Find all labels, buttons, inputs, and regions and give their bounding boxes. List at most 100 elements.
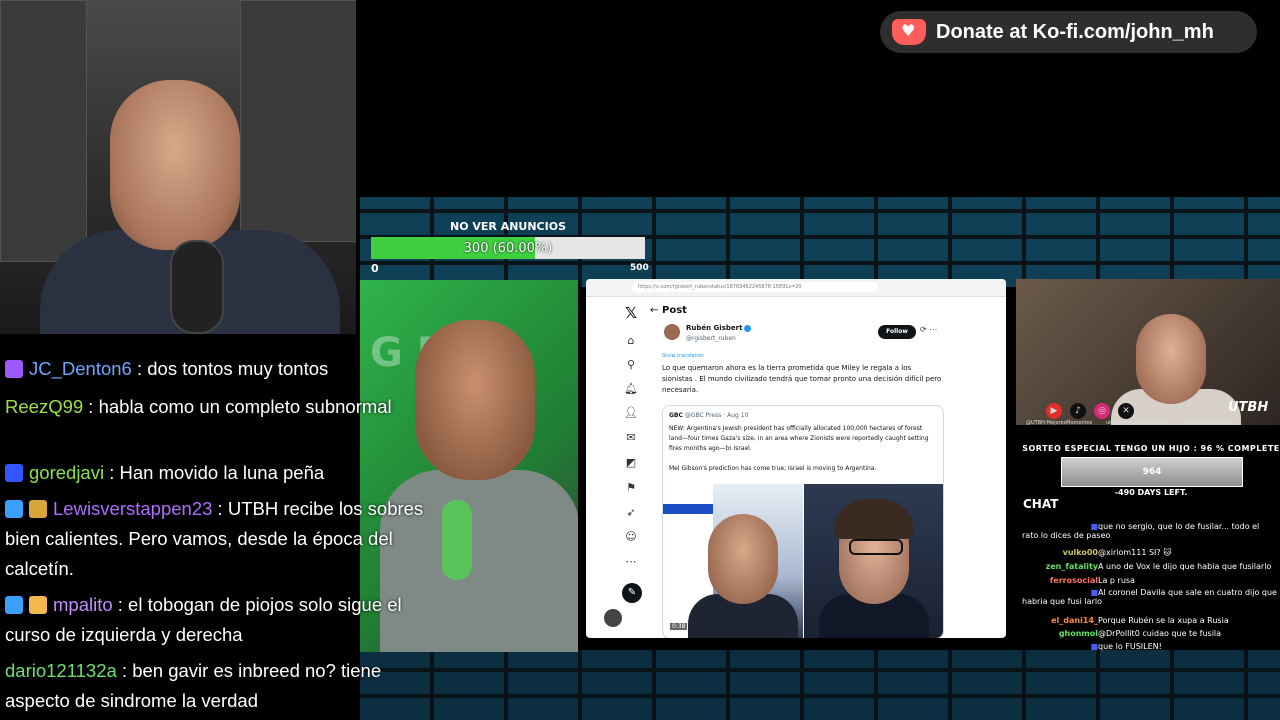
chat-username[interactable]: dario121132a bbox=[5, 660, 117, 681]
account-avatar[interactable] bbox=[604, 609, 622, 627]
mini-chat-text: @xiriom111 SI? 🐱 bbox=[1098, 548, 1172, 557]
chat-message: mpalito : el tobogan de piojos solo sigu… bbox=[5, 590, 425, 650]
mini-chat-message: vulko00 @xiriom111 SI? 🐱 bbox=[1022, 548, 1278, 557]
bookmark-icon[interactable]: ⚑ bbox=[624, 481, 638, 495]
x-logo-icon[interactable]: 𝕏 bbox=[625, 304, 637, 322]
utbh-logo: UTBH bbox=[1228, 400, 1269, 415]
image-person-glasses bbox=[849, 539, 903, 555]
verified-icon bbox=[744, 324, 752, 332]
quote-text-2: Mel Gibson's prediction has come true; I… bbox=[669, 465, 877, 472]
chat-message: goredjavi : Han movido la luna peña bbox=[5, 458, 425, 488]
quote-image-left[interactable] bbox=[663, 484, 803, 638]
url-text[interactable]: https://x.com/rgisbert_rubenstatus/18783… bbox=[632, 282, 878, 292]
chat-message: JC_Denton6 : dos tontos muy tontos bbox=[5, 354, 425, 384]
mini-chat-message: ferrosocial La p rusa bbox=[1022, 576, 1278, 585]
author-avatar[interactable] bbox=[664, 324, 680, 340]
show-translation-link[interactable]: Show translation bbox=[662, 353, 704, 359]
x-icon: ✕ bbox=[1118, 403, 1134, 419]
microphone bbox=[170, 240, 224, 334]
mini-chat-username[interactable]: ghonmol bbox=[1022, 629, 1098, 638]
grok-icon[interactable]: ◩ bbox=[624, 456, 638, 470]
mini-chat-username[interactable]: ■ bbox=[1022, 522, 1098, 531]
mini-chat-username[interactable]: ferrosocial bbox=[1022, 576, 1098, 585]
donate-text: Donate at Ko-fi.com/john_mh bbox=[936, 20, 1214, 43]
raffle-value: 964 bbox=[1142, 467, 1162, 477]
guest-microphone bbox=[442, 500, 472, 580]
quote-text: NEW: Argentina's Jewish president has of… bbox=[669, 425, 929, 452]
author-handle[interactable]: @rgisbert_ruben bbox=[686, 335, 736, 342]
search-icon[interactable]: ⚲ bbox=[624, 358, 638, 372]
cube-badge-icon bbox=[5, 596, 23, 614]
chat-username[interactable]: Lewisverstappen23 bbox=[53, 498, 212, 519]
youtube-icon: ▶ bbox=[1046, 403, 1062, 419]
mini-chat-username[interactable]: el_dani14_ bbox=[1022, 616, 1098, 625]
quote-author: GBC bbox=[669, 412, 683, 419]
chat-username[interactable]: mpalito bbox=[53, 594, 113, 615]
address-bar[interactable]: https://x.com/rgisbert_rubenstatus/18783… bbox=[586, 279, 1006, 297]
cube-badge-icon bbox=[5, 500, 23, 518]
chat-message: Lewisverstappen23 : UTBH recibe los sobr… bbox=[5, 494, 425, 584]
back-arrow-icon[interactable]: ← bbox=[650, 305, 658, 316]
cohost-head bbox=[1136, 314, 1206, 404]
chat-message: dario121132a : ben gavir es inbreed no? … bbox=[5, 656, 425, 716]
raffle-days-left: -490 DAYS LEFT. bbox=[1114, 488, 1188, 497]
home-icon[interactable]: ⌂ bbox=[624, 334, 638, 348]
chat-text: : habla como un completo subnormal bbox=[83, 396, 392, 417]
chat-username[interactable]: JC_Denton6 bbox=[29, 358, 132, 379]
compose-button[interactable]: ✎ bbox=[622, 583, 642, 603]
mini-chat-username[interactable]: zen_fatality bbox=[1022, 562, 1098, 571]
mini-chat-text: que lo FUSILEN! bbox=[1098, 642, 1162, 651]
mini-chat-message: zen_fatality A uno de Vox le dijo que ha… bbox=[1022, 562, 1278, 571]
raffle-title: SORTEO ESPECIAL TENGO UN HIJO : 96 % COM… bbox=[1022, 444, 1280, 453]
kofi-cup-icon bbox=[892, 19, 926, 45]
social-handle: utbhmejoresmomentos bbox=[1106, 420, 1165, 426]
chat-username[interactable]: goredjavi bbox=[29, 462, 104, 483]
person-add-icon[interactable]: 👤︎ bbox=[624, 406, 638, 420]
mini-chat-username[interactable]: ■ bbox=[1022, 588, 1098, 597]
quote-header: GBC @GBC Press · Aug 10 bbox=[669, 412, 748, 419]
progress-title: NO VER ANUNCIOS bbox=[449, 220, 566, 233]
mini-chat-username[interactable]: ■ bbox=[1022, 642, 1098, 651]
warning-badge-icon bbox=[29, 596, 47, 614]
mini-chat-title: CHAT bbox=[1023, 497, 1059, 511]
star-badge-icon bbox=[5, 360, 23, 378]
chat-username[interactable]: ReezQ99 bbox=[5, 396, 83, 417]
bell-icon[interactable]: 🔔︎ bbox=[624, 382, 638, 396]
mini-chat-message: ghonmol @DrPollit0 cuidao que te fusila bbox=[1022, 629, 1278, 638]
quoted-tweet[interactable]: GBC @GBC Press · Aug 10 NEW: Argentina's… bbox=[662, 405, 944, 638]
mini-chat-message: ■ que no sergio, que lo de fusilar... to… bbox=[1022, 522, 1278, 540]
chat-overlay: JC_Denton6 : dos tontos muy tontos ReezQ9… bbox=[0, 352, 430, 720]
social-handle: @UTBH-MejoresMomentos bbox=[1026, 420, 1093, 426]
message-icon[interactable]: ✉ bbox=[624, 431, 638, 445]
mini-chat-text: A uno de Vox le dijo que habia que fusil… bbox=[1098, 562, 1272, 571]
author-name-text[interactable]: Rubén Gisbert bbox=[686, 324, 742, 332]
social-handle: @UTBHmomentos bbox=[1186, 420, 1232, 426]
tweet-text: Lo que quemaron ahora es la tierra prome… bbox=[662, 364, 942, 394]
brick-background-bottom bbox=[360, 650, 1280, 720]
follow-button[interactable]: Follow bbox=[878, 325, 916, 339]
mini-chat-message: ■ Al coronel Davila que sale en cuatro d… bbox=[1022, 588, 1278, 606]
mini-chat-text: La p rusa bbox=[1098, 576, 1135, 585]
mini-chat-message: el_dani14_ Porque Rubén se la xupa a Rus… bbox=[1022, 616, 1278, 625]
quote-handle: @GBC Press · Aug 10 bbox=[684, 412, 749, 419]
mini-chat-text: @DrPollit0 cuidao que te fusila bbox=[1098, 629, 1222, 638]
progress-label: 300 (60.00%) bbox=[463, 240, 553, 256]
author-name[interactable]: Rubén Gisbert bbox=[686, 324, 752, 332]
mini-chat-text: Porque Rubén se la xupa a Rusia bbox=[1098, 616, 1229, 625]
profile-icon[interactable]: ☺ bbox=[624, 530, 638, 544]
chest-badge-icon bbox=[29, 500, 47, 518]
mini-chat-username[interactable]: vulko00 bbox=[1022, 548, 1098, 557]
chat-text: : dos tontos muy tontos bbox=[131, 358, 329, 379]
post-more-icon[interactable]: ⟳ ⋯ bbox=[920, 325, 937, 334]
rocket-icon[interactable]: ➶ bbox=[624, 506, 638, 520]
donate-banner[interactable]: Donate at Ko-fi.com/john_mh bbox=[880, 11, 1257, 53]
post-header: Post bbox=[662, 305, 687, 316]
streamer-webcam bbox=[0, 0, 356, 334]
bookshelf-left bbox=[0, 0, 87, 262]
more-icon[interactable]: ⋯ bbox=[624, 555, 638, 569]
quote-image-right[interactable] bbox=[804, 484, 943, 638]
mini-chat: ■ que no sergio, que lo de fusilar... to… bbox=[1016, 520, 1280, 652]
tiktok-icon: ♪ bbox=[1070, 403, 1086, 419]
streamer-head bbox=[110, 80, 240, 250]
progress-max: 500 bbox=[630, 263, 649, 273]
